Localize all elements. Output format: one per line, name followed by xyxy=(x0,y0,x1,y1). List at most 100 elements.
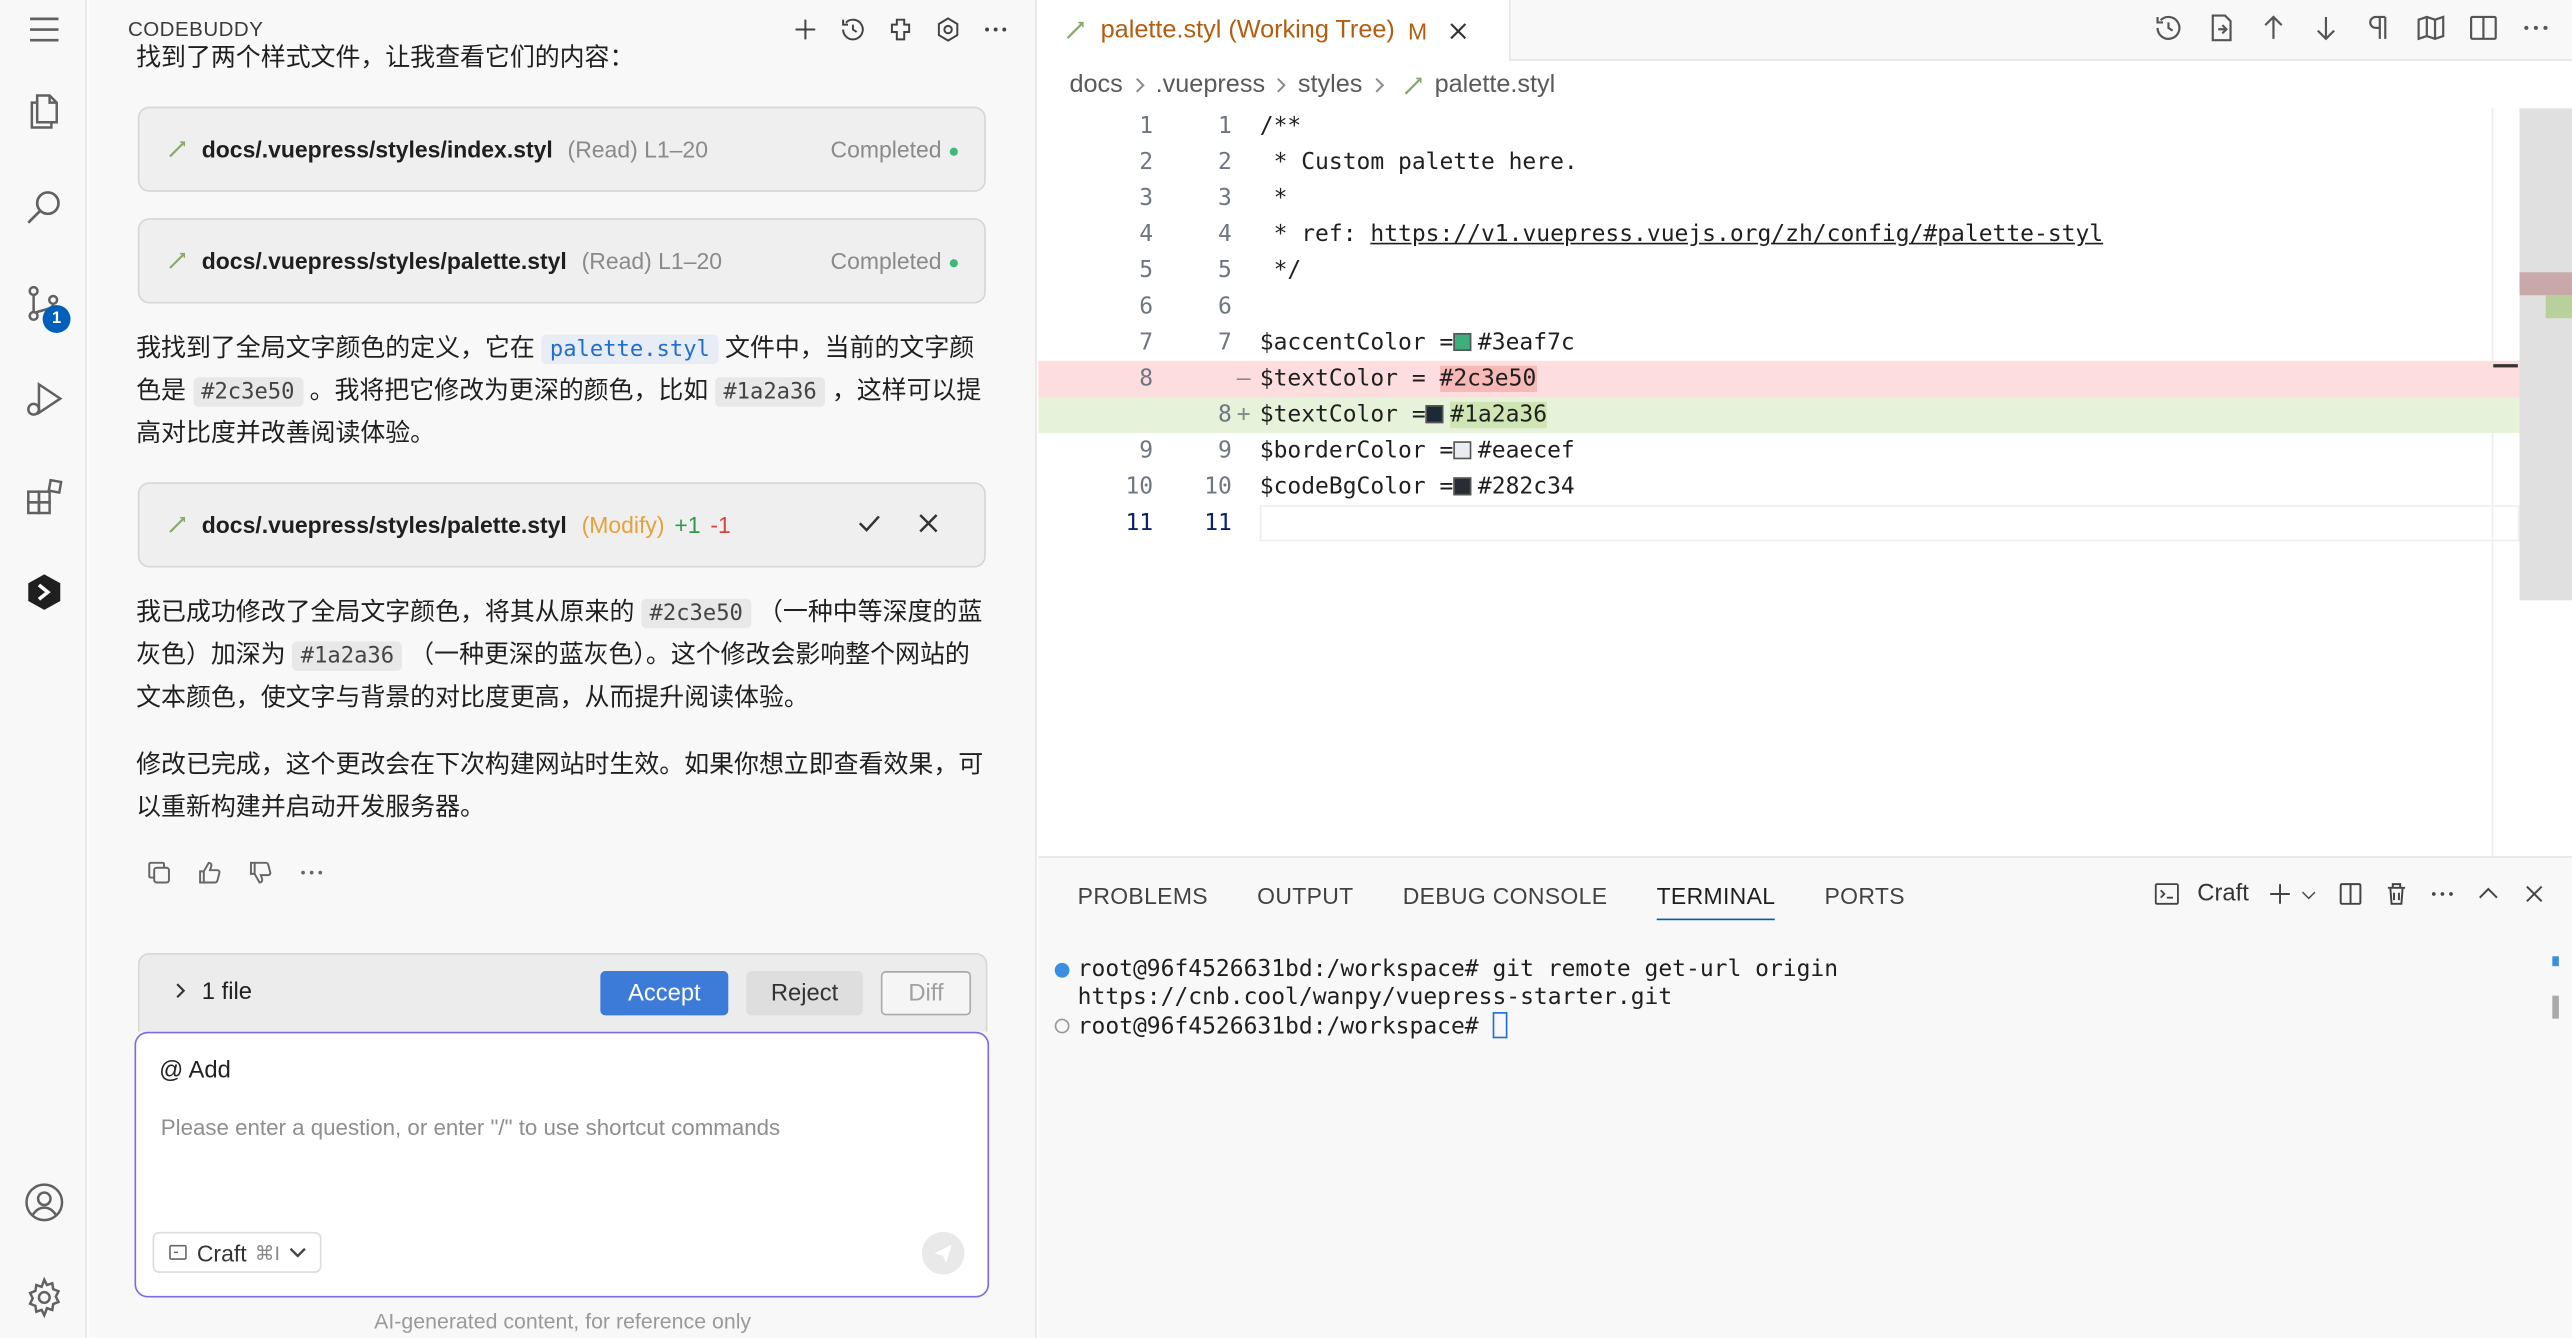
menu-icon[interactable] xyxy=(0,0,87,66)
breadcrumb: docs .vuepress styles palette.styl xyxy=(1069,71,1555,101)
chevron-right-icon xyxy=(1374,78,1384,93)
tab-debug-console[interactable]: DEBUG CONSOLE xyxy=(1403,882,1608,920)
panel-toolbar: Craft xyxy=(2151,879,2549,909)
breadcrumb-item[interactable]: docs xyxy=(1069,71,1122,101)
activity-bar: 1 xyxy=(0,0,87,1338)
new-terminal-icon[interactable] xyxy=(2265,879,2295,909)
arrow-up-icon[interactable] xyxy=(2257,11,2290,44)
minimap[interactable] xyxy=(2519,108,2572,601)
color-swatch[interactable] xyxy=(1453,332,1472,352)
open-file-icon[interactable] xyxy=(2205,11,2238,44)
file-icon xyxy=(169,141,186,158)
send-button[interactable] xyxy=(921,1231,965,1275)
tab-palette-styl[interactable]: palette.styl (Working Tree) M xyxy=(1038,0,1511,61)
account-icon[interactable] xyxy=(0,1166,87,1238)
file-icon xyxy=(1403,76,1421,94)
prompt-status-icon xyxy=(1054,1018,1070,1034)
inline-code: #2c3e50 xyxy=(192,377,303,407)
breadcrumb-item[interactable]: styles xyxy=(1298,71,1363,101)
read-card-palette[interactable]: docs/.vuepress/styles/palette.styl (Read… xyxy=(137,218,986,304)
trash-icon[interactable] xyxy=(2382,879,2412,909)
codebuddy-panel: CODEBUDDY 找到了两个样式文件，让我查看它们的内容： docs/.vue… xyxy=(88,0,1037,1338)
color-swatch[interactable] xyxy=(1453,441,1472,460)
deleted-line: 8— $textColor = #2c3e50 xyxy=(1038,360,2520,397)
more-icon[interactable] xyxy=(2428,879,2458,909)
card-path: docs/.vuepress/styles/palette.styl xyxy=(201,511,567,539)
terminal-output[interactable]: root@96f4526631bd:/workspace# git remote… xyxy=(1054,956,1838,1042)
chevron-right-icon xyxy=(1277,78,1287,93)
mode-selector[interactable]: Craft ⌘I xyxy=(152,1231,321,1273)
command-status-icon xyxy=(1054,962,1070,978)
files-icon[interactable] xyxy=(0,75,87,147)
changed-files-toggle[interactable]: 1 file xyxy=(172,979,252,1006)
folder-icon xyxy=(169,1244,187,1260)
chevron-down-icon[interactable] xyxy=(2298,883,2319,904)
accept-button[interactable]: Accept xyxy=(600,971,729,1016)
code-line: 55 */ xyxy=(1139,257,1302,284)
pilcrow-icon[interactable] xyxy=(2362,11,2395,44)
chevron-down-icon xyxy=(289,1247,306,1258)
terminal-line: https://cnb.cool/wanpy/vuepress-starter.… xyxy=(1077,984,1673,1011)
breadcrumb-item[interactable]: .vuepress xyxy=(1156,71,1265,101)
terminal-icon xyxy=(2154,883,2179,905)
read-card-index[interactable]: docs/.vuepress/styles/index.styl (Read) … xyxy=(137,106,986,192)
thumbs-down-icon[interactable] xyxy=(246,858,276,888)
source-control-badge: 1 xyxy=(42,305,71,333)
chat-input-box[interactable]: @ Add Please enter a question, or enter … xyxy=(134,1031,990,1298)
code-line: 33 * xyxy=(1139,185,1288,212)
reject-button[interactable]: Reject xyxy=(746,971,863,1016)
card-meta: (Read) L1–20 xyxy=(581,247,723,274)
card-meta: (Read) L1–20 xyxy=(567,136,708,163)
terminal-line: root@96f4526631bd:/workspace# xyxy=(1054,1012,1838,1042)
more-icon[interactable] xyxy=(297,858,327,888)
source-control-icon[interactable]: 1 xyxy=(0,267,87,339)
tab-terminal[interactable]: TERMINAL xyxy=(1656,882,1776,921)
modified-badge: M xyxy=(1407,17,1428,44)
color-swatch[interactable] xyxy=(1453,477,1472,496)
card-path: docs/.vuepress/styles/index.styl xyxy=(201,136,553,163)
codebuddy-icon[interactable] xyxy=(0,556,87,628)
card-path: docs/.vuepress/styles/palette.styl xyxy=(201,247,567,274)
removed-count: -1 xyxy=(710,511,731,539)
breadcrumb-item[interactable]: palette.styl xyxy=(1435,71,1556,101)
split-terminal-icon[interactable] xyxy=(2336,879,2366,909)
terminal-cursor xyxy=(1492,1012,1508,1039)
add-context-button[interactable]: @ Add xyxy=(159,1058,231,1084)
run-debug-icon[interactable] xyxy=(0,363,87,435)
cropped-intro-text: 找到了两个样式文件，让我查看它们的内容： xyxy=(136,44,635,71)
code-line: 44 * ref: https://v1.vuepress.vuejs.org/… xyxy=(1139,221,2104,248)
copy-icon[interactable] xyxy=(144,858,174,888)
timeline-icon[interactable] xyxy=(2152,11,2185,44)
close-icon[interactable] xyxy=(912,507,945,540)
diff-button[interactable]: Diff xyxy=(880,971,972,1016)
search-icon[interactable] xyxy=(0,171,87,243)
map-icon[interactable] xyxy=(2415,11,2448,44)
thumbs-up-icon[interactable] xyxy=(195,858,225,888)
check-icon[interactable] xyxy=(853,507,886,540)
tab-problems[interactable]: PROBLEMS xyxy=(1078,882,1208,920)
color-swatch[interactable] xyxy=(1425,405,1444,424)
disclaimer-text: AI-generated content, for reference only xyxy=(374,1308,752,1334)
close-icon[interactable] xyxy=(2520,879,2550,909)
at-icon: @ xyxy=(159,1057,189,1085)
tab-output[interactable]: OUTPUT xyxy=(1257,882,1353,920)
inline-code: #1a2a36 xyxy=(715,377,825,407)
chevron-right-icon xyxy=(1135,78,1144,93)
arrow-down-icon[interactable] xyxy=(2310,11,2343,44)
chat-input[interactable]: Please enter a question, or enter "/" to… xyxy=(161,1115,780,1140)
split-editor-icon[interactable] xyxy=(2467,11,2500,44)
feedback-bar xyxy=(144,858,326,888)
code-link[interactable]: https://v1.vuepress.vuejs.org/zh/config/… xyxy=(1370,221,2103,247)
more-icon[interactable] xyxy=(2520,11,2553,44)
settings-gear-icon[interactable] xyxy=(0,1261,87,1333)
tab-ports[interactable]: PORTS xyxy=(1825,882,1905,920)
inline-code: #2c3e50 xyxy=(641,598,752,629)
terminal-name[interactable]: Craft xyxy=(2197,881,2249,907)
extensions-icon[interactable] xyxy=(0,461,87,533)
code-line: 7 7 $accentColor = #3eaf7c xyxy=(1139,329,1575,356)
bottom-panel: PROBLEMS OUTPUT DEBUG CONSOLE TERMINAL P… xyxy=(1038,856,2572,1338)
chevron-up-icon[interactable] xyxy=(2474,879,2504,909)
close-icon[interactable] xyxy=(1447,19,1470,42)
modify-card[interactable]: docs/.vuepress/styles/palette.styl (Modi… xyxy=(137,482,986,568)
code-line: 9 9 $borderColor = #eaecef xyxy=(1139,437,1575,465)
